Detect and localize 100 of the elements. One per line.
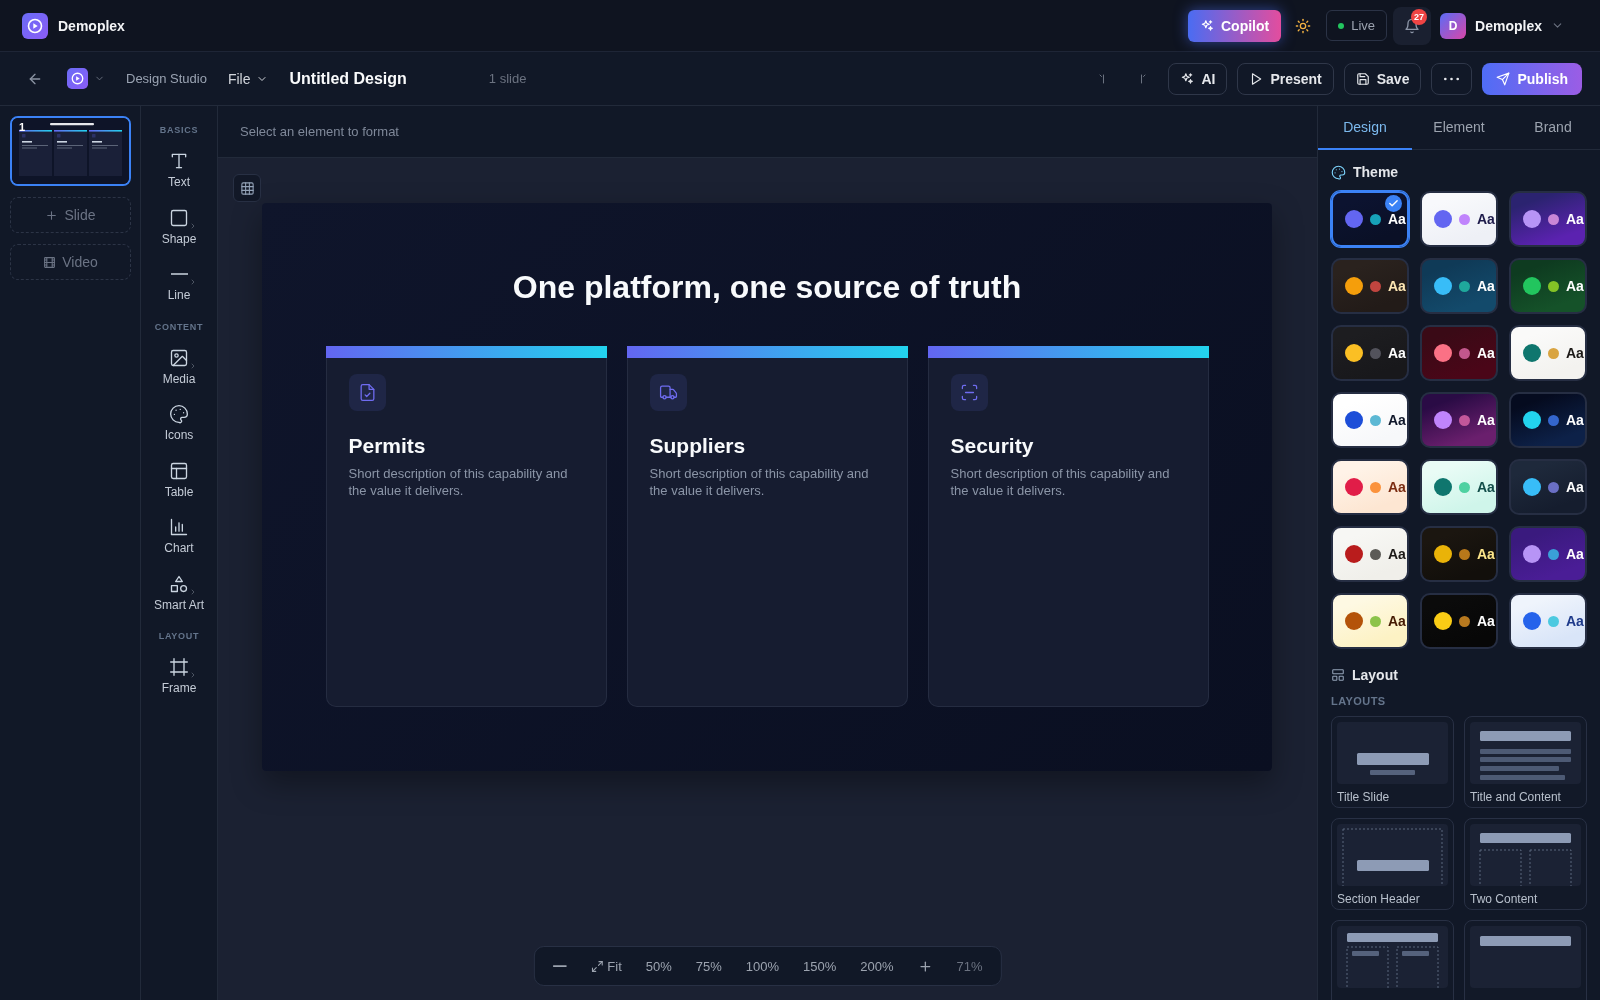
document-check-icon [348, 374, 386, 411]
theme-swatch[interactable]: Aa [1331, 459, 1409, 515]
logo-icon [22, 12, 48, 39]
section-title: Theme [1353, 164, 1399, 180]
slide-title: One platform, one source of truth [512, 268, 1022, 306]
tool-button[interactable]: Table [141, 456, 217, 513]
status-label: Live [1351, 18, 1376, 33]
theme-swatch[interactable]: Aa [1420, 593, 1498, 649]
section-heading: CONTENT [154, 320, 204, 334]
tool-button[interactable]: Shape [141, 203, 217, 260]
bar-chart-icon [169, 517, 189, 537]
tool-button[interactable]: Frame [141, 653, 217, 710]
theme-swatch[interactable]: Aa [1509, 325, 1587, 381]
theme-swatch[interactable]: Aa [1420, 191, 1498, 247]
image-icon [169, 347, 189, 368]
theme-swatch[interactable]: Aa [1331, 258, 1409, 314]
tool-button[interactable]: Chart [141, 513, 217, 570]
ai-button[interactable]: AI [1168, 62, 1228, 95]
tool-button[interactable]: Icons [141, 400, 217, 457]
layout-option[interactable] [1331, 920, 1454, 1000]
table-icon [169, 460, 189, 481]
theme-swatch[interactable]: Aa [1420, 392, 1498, 448]
theme-swatch[interactable]: Aa [1420, 459, 1498, 515]
zoom-preset-button[interactable]: 100% [745, 958, 780, 974]
layout-icon [1331, 668, 1345, 682]
zoom-level: 71% [956, 958, 983, 974]
add-slide-button[interactable]: Slide [10, 197, 131, 233]
sparkle-icon [1200, 18, 1214, 33]
theme-swatch[interactable]: Aa [1509, 258, 1587, 314]
theme-swatch[interactable]: Aa [1509, 191, 1587, 247]
save-button[interactable]: Save [1343, 62, 1422, 95]
expand-arrows-icon [590, 959, 604, 973]
card-title: Permits [348, 433, 427, 459]
logo-icon [67, 68, 88, 89]
theme-swatch[interactable]: Aa [1509, 459, 1587, 515]
ellipsis-icon [1444, 76, 1460, 81]
layout-option[interactable] [1464, 920, 1587, 1000]
zoom-preset-button[interactable]: 75% [695, 958, 722, 974]
scan-frame-icon [950, 374, 988, 411]
panel-tab[interactable]: Element [1412, 106, 1506, 150]
user-avatar: D [1440, 12, 1467, 39]
theme-swatch[interactable]: Aa [1420, 325, 1498, 381]
zoom-preset-button[interactable]: 50% [645, 958, 672, 974]
layout-option[interactable]: Two Content [1464, 818, 1587, 910]
theme-swatch[interactable]: Aa [1331, 325, 1409, 381]
app-switcher-button[interactable] [67, 68, 105, 89]
file-menu-button[interactable]: File [227, 70, 268, 87]
grid-icon [239, 180, 255, 196]
document-title: Untitled Design [289, 69, 407, 88]
present-button[interactable]: Present [1237, 62, 1334, 95]
layout-option[interactable]: Title Slide [1331, 716, 1454, 808]
square-icon [169, 207, 189, 228]
grid-toggle-button[interactable] [233, 174, 261, 202]
truck-icon [649, 374, 687, 411]
plus-icon [45, 208, 59, 222]
tool-button[interactable]: Media [141, 343, 217, 400]
palette-icon [1331, 164, 1346, 180]
fit-button[interactable]: Fit [590, 958, 622, 974]
line-icon [170, 273, 188, 275]
status-dot-icon [1338, 22, 1345, 29]
theme-swatch[interactable]: Aa [1420, 258, 1498, 314]
panel-tab[interactable]: Design [1318, 106, 1412, 150]
section-heading: LAYOUTS [1331, 694, 1387, 708]
add-video-button[interactable]: Video [10, 244, 131, 280]
panel-tab[interactable]: Brand [1506, 106, 1600, 150]
check-badge-icon [1385, 195, 1402, 212]
theme-swatch[interactable]: Aa [1509, 526, 1587, 582]
theme-swatch[interactable]: Aa [1420, 526, 1498, 582]
card-description: Short description of this capability and the value it delivers. [348, 465, 569, 499]
palette-icon [169, 404, 189, 424]
tool-button[interactable]: Smart Art [141, 569, 217, 626]
user-menu-button[interactable]: D Demoplex [1440, 12, 1564, 39]
paper-plane-icon [1496, 71, 1511, 86]
theme-swatch[interactable]: Aa [1331, 593, 1409, 649]
card-description: Short description of this capability and the value it delivers. [950, 465, 1171, 499]
slide-count: 1 slide [488, 71, 527, 86]
slide-thumbnail[interactable]: 1 [10, 116, 131, 186]
layout-option[interactable]: Section Header [1331, 818, 1454, 910]
text-icon [169, 151, 189, 171]
tool-button[interactable]: Text [141, 147, 217, 204]
section-title: Layout [1352, 667, 1398, 683]
theme-swatch[interactable]: Aa [1509, 593, 1587, 649]
theme-swatch[interactable]: Aa [1331, 392, 1409, 448]
section-heading: LAYOUT [158, 630, 200, 643]
tool-button[interactable]: Line [141, 260, 217, 317]
sun-icon[interactable] [1295, 17, 1312, 34]
zoom-preset-button[interactable]: 200% [860, 958, 894, 974]
theme-swatch[interactable]: Aa [1331, 526, 1409, 582]
zoom-preset-button[interactable]: 150% [803, 958, 837, 974]
theme-swatch[interactable]: Aa [1509, 392, 1587, 448]
card-description: Short description of this capability and the value it delivers. [649, 465, 870, 499]
theme-swatch[interactable]: Aa [1331, 191, 1409, 247]
notifications-button[interactable]: 27 [1393, 6, 1432, 45]
copilot-button[interactable]: Copilot [1188, 9, 1282, 42]
layout-option[interactable]: Title and Content [1464, 716, 1587, 808]
breadcrumb-label: Design Studio [126, 71, 207, 86]
publish-button[interactable]: Publish [1482, 62, 1582, 95]
card-title: Suppliers [649, 433, 747, 459]
film-icon [43, 255, 57, 269]
section-heading: BASICS [159, 124, 199, 137]
